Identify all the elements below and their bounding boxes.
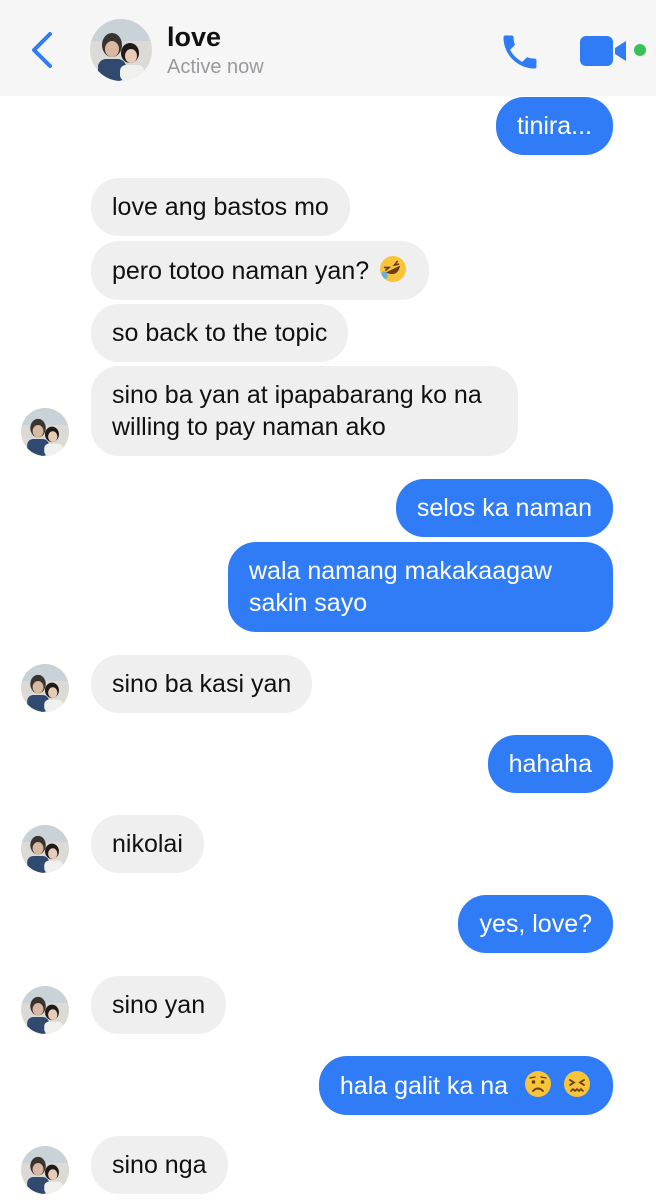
outgoing-message[interactable]: hala galit ka na: [318, 1056, 613, 1115]
incoming-message[interactable]: so back to the topic: [91, 304, 349, 362]
outgoing-message[interactable]: yes, love?: [458, 895, 613, 953]
chevron-left-icon: [32, 32, 52, 68]
message-text: nikolai: [112, 830, 183, 858]
message-text: tinira...: [516, 112, 592, 140]
call-button[interactable]: [498, 30, 542, 74]
chat-header: love Active now: [0, 0, 656, 96]
message-text: so back to the topic: [112, 319, 328, 347]
online-indicator: [634, 44, 646, 56]
message-text: love ang bastos mo: [112, 193, 329, 221]
incoming-message[interactable]: sino ba yan at ipapabarang ko na willing…: [91, 366, 518, 456]
video-call-button[interactable]: [580, 36, 630, 66]
active-status: Active now: [167, 56, 264, 78]
incoming-message[interactable]: sino yan: [91, 976, 227, 1034]
worried-face-emoji-icon: [525, 1071, 552, 1097]
message-text: yes, love?: [479, 910, 592, 938]
message-text: sino ba yan at ipapabarang ko na willing…: [112, 381, 482, 441]
contact-avatar[interactable]: [90, 19, 152, 81]
outgoing-message[interactable]: hahaha: [487, 735, 613, 793]
message-text: pero totoo naman yan?: [112, 257, 370, 285]
incoming-message[interactable]: pero totoo naman yan?: [91, 241, 430, 300]
back-button[interactable]: [24, 28, 60, 72]
incoming-message[interactable]: sino nga: [91, 1136, 228, 1194]
message-text: hala galit ka na: [339, 1072, 509, 1100]
message-text: sino yan: [112, 991, 206, 1019]
incoming-message[interactable]: love ang bastos mo: [91, 178, 350, 236]
incoming-message[interactable]: sino ba kasi yan: [91, 655, 313, 713]
outgoing-message[interactable]: wala namang makakaagaw sakin sayo: [228, 542, 613, 632]
contact-avatar-small[interactable]: [21, 408, 69, 456]
message-text: hahaha: [508, 750, 592, 778]
rolling-laughing-emoji-icon: [380, 256, 407, 282]
incoming-message[interactable]: nikolai: [91, 815, 204, 873]
outgoing-message[interactable]: tinira...: [495, 97, 613, 155]
persevering-face-emoji-icon: [564, 1071, 590, 1097]
message-text: sino nga: [112, 1151, 207, 1179]
contact-avatar-small[interactable]: [21, 825, 69, 873]
video-camera-icon: [580, 36, 626, 66]
contact-avatar-small[interactable]: [21, 986, 69, 1034]
contact-name[interactable]: love: [167, 22, 221, 52]
message-text: selos ka naman: [416, 494, 592, 522]
chat-screen: love Active now tinira... love ang basto…: [0, 0, 656, 1200]
outgoing-message[interactable]: selos ka naman: [395, 479, 613, 537]
contact-avatar-small[interactable]: [21, 1146, 69, 1194]
message-text: wala namang makakaagaw sakin sayo: [249, 557, 552, 617]
message-text: sino ba kasi yan: [112, 670, 292, 698]
phone-icon: [503, 35, 537, 69]
contact-avatar-small[interactable]: [21, 664, 69, 712]
